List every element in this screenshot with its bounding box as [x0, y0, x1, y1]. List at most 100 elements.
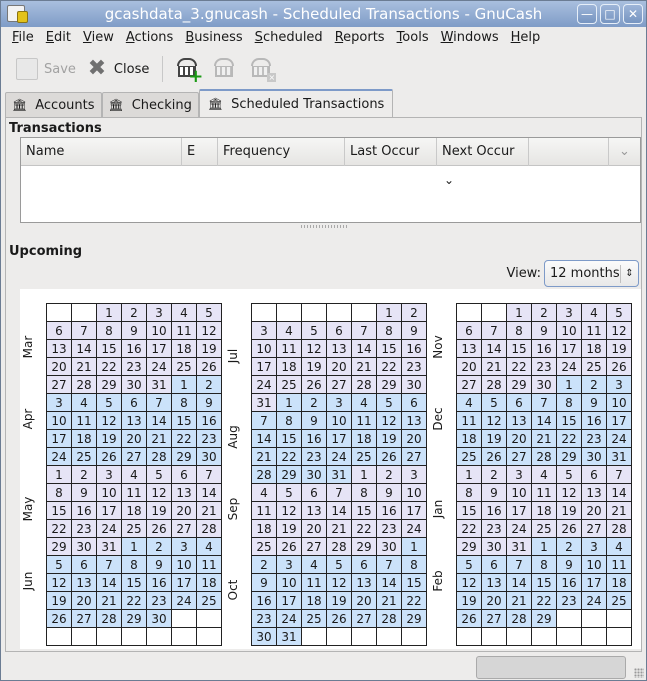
- calendar-day-cell[interactable]: 15: [556, 411, 582, 430]
- column-selector-icon[interactable]: ⌄: [609, 138, 640, 166]
- calendar-day-cell[interactable]: 3: [146, 303, 172, 322]
- calendar-day-cell[interactable]: 15: [96, 339, 122, 358]
- calendar-day-cell[interactable]: 30: [376, 537, 402, 556]
- calendar-empty-cell[interactable]: [481, 303, 507, 322]
- calendar-day-cell[interactable]: 4: [171, 303, 197, 322]
- calendar-day-cell[interactable]: 3: [556, 303, 582, 322]
- calendar-day-cell[interactable]: 30: [581, 447, 607, 466]
- delete-scheduled-transaction-icon[interactable]: ×: [250, 57, 277, 82]
- calendar-day-cell[interactable]: 12: [96, 411, 122, 430]
- calendar-day-cell[interactable]: 4: [301, 555, 327, 574]
- calendar-day-cell[interactable]: 12: [146, 483, 172, 502]
- calendar-day-cell[interactable]: 18: [276, 357, 302, 376]
- calendar-day-cell[interactable]: 22: [376, 357, 402, 376]
- calendar-day-cell[interactable]: 15: [506, 339, 532, 358]
- calendar-day-cell[interactable]: 3: [506, 465, 532, 484]
- calendar-day-cell[interactable]: 6: [171, 465, 197, 484]
- calendar-day-cell[interactable]: 7: [606, 465, 632, 484]
- calendar-day-cell[interactable]: 19: [146, 501, 172, 520]
- calendar-day-cell[interactable]: 13: [46, 339, 72, 358]
- calendar-day-cell[interactable]: 14: [506, 573, 532, 592]
- calendar-day-cell[interactable]: 24: [276, 609, 302, 628]
- calendar-day-cell[interactable]: 3: [606, 375, 632, 394]
- calendar-day-cell[interactable]: 19: [96, 429, 122, 448]
- calendar-day-cell[interactable]: 20: [351, 591, 377, 610]
- calendar-day-cell[interactable]: 26: [556, 519, 582, 538]
- calendar-empty-cell[interactable]: [581, 609, 607, 628]
- calendar-day-cell[interactable]: 30: [146, 609, 172, 628]
- calendar-day-cell[interactable]: 21: [606, 501, 632, 520]
- calendar-day-cell[interactable]: 2: [301, 393, 327, 412]
- calendar-day-cell[interactable]: 21: [71, 357, 97, 376]
- calendar-day-cell[interactable]: 18: [581, 339, 607, 358]
- calendar-day-cell[interactable]: 22: [276, 447, 302, 466]
- calendar-day-cell[interactable]: 4: [251, 483, 277, 502]
- calendar-day-cell[interactable]: 5: [196, 303, 222, 322]
- calendar-day-cell[interactable]: 24: [96, 519, 122, 538]
- calendar-day-cell[interactable]: 10: [276, 573, 302, 592]
- window-resize-grip[interactable]: [634, 668, 644, 678]
- calendar-day-cell[interactable]: 6: [326, 321, 352, 340]
- calendar-day-cell[interactable]: 14: [531, 411, 557, 430]
- calendar-day-cell[interactable]: 25: [276, 375, 302, 394]
- calendar-day-cell[interactable]: 8: [531, 555, 557, 574]
- calendar-day-cell[interactable]: 23: [301, 447, 327, 466]
- calendar-day-cell[interactable]: 28: [376, 609, 402, 628]
- calendar-day-cell[interactable]: 11: [251, 501, 277, 520]
- calendar-day-cell[interactable]: 17: [326, 429, 352, 448]
- calendar-day-cell[interactable]: 27: [481, 609, 507, 628]
- calendar-day-cell[interactable]: 5: [46, 555, 72, 574]
- calendar-day-cell[interactable]: 30: [121, 375, 147, 394]
- calendar-day-cell[interactable]: 15: [46, 501, 72, 520]
- calendar-day-cell[interactable]: 18: [606, 573, 632, 592]
- calendar-day-cell[interactable]: 6: [456, 321, 482, 340]
- menu-windows[interactable]: Windows: [435, 27, 505, 49]
- calendar-day-cell[interactable]: 11: [121, 483, 147, 502]
- calendar-day-cell[interactable]: 16: [581, 411, 607, 430]
- calendar-day-cell[interactable]: 2: [196, 375, 222, 394]
- calendar-day-cell[interactable]: 23: [581, 429, 607, 448]
- calendar-day-cell[interactable]: 15: [351, 501, 377, 520]
- calendar-empty-cell[interactable]: [606, 627, 632, 646]
- calendar-day-cell[interactable]: 10: [96, 483, 122, 502]
- pane-resize-handle[interactable]: [301, 225, 347, 228]
- calendar-day-cell[interactable]: 16: [301, 429, 327, 448]
- calendar-day-cell[interactable]: 9: [401, 321, 427, 340]
- calendar-day-cell[interactable]: 6: [401, 393, 427, 412]
- calendar-day-cell[interactable]: 4: [581, 303, 607, 322]
- calendar-day-cell[interactable]: 31: [506, 537, 532, 556]
- menu-reports[interactable]: Reports: [329, 27, 391, 49]
- calendar-day-cell[interactable]: 9: [581, 393, 607, 412]
- calendar-day-cell[interactable]: 22: [401, 591, 427, 610]
- calendar-day-cell[interactable]: 29: [531, 609, 557, 628]
- calendar-day-cell[interactable]: 26: [606, 357, 632, 376]
- calendar-day-cell[interactable]: 1: [46, 465, 72, 484]
- calendar-day-cell[interactable]: 19: [196, 339, 222, 358]
- calendar-day-cell[interactable]: 24: [506, 519, 532, 538]
- calendar-day-cell[interactable]: 9: [121, 321, 147, 340]
- calendar-day-cell[interactable]: 3: [251, 321, 277, 340]
- transactions-table[interactable]: Name E Frequency Last Occur Next Occur ⌄…: [20, 137, 641, 223]
- calendar-day-cell[interactable]: 4: [276, 321, 302, 340]
- calendar-day-cell[interactable]: 29: [506, 375, 532, 394]
- calendar-day-cell[interactable]: 14: [376, 573, 402, 592]
- calendar-day-cell[interactable]: 17: [581, 573, 607, 592]
- calendar-day-cell[interactable]: 2: [251, 555, 277, 574]
- calendar-day-cell[interactable]: 16: [146, 573, 172, 592]
- calendar-empty-cell[interactable]: [46, 303, 72, 322]
- calendar-day-cell[interactable]: 23: [71, 519, 97, 538]
- calendar-day-cell[interactable]: 25: [456, 447, 482, 466]
- calendar-empty-cell[interactable]: [481, 627, 507, 646]
- calendar-day-cell[interactable]: 21: [506, 591, 532, 610]
- save-button[interactable]: Save: [11, 54, 81, 84]
- calendar-day-cell[interactable]: 22: [556, 429, 582, 448]
- calendar-day-cell[interactable]: 27: [456, 375, 482, 394]
- calendar-day-cell[interactable]: 22: [351, 519, 377, 538]
- calendar-day-cell[interactable]: 17: [276, 591, 302, 610]
- calendar-day-cell[interactable]: 19: [376, 429, 402, 448]
- calendar-empty-cell[interactable]: [556, 627, 582, 646]
- calendar-day-cell[interactable]: 11: [196, 555, 222, 574]
- calendar-day-cell[interactable]: 10: [506, 483, 532, 502]
- calendar-day-cell[interactable]: 15: [121, 573, 147, 592]
- calendar-day-cell[interactable]: 25: [251, 537, 277, 556]
